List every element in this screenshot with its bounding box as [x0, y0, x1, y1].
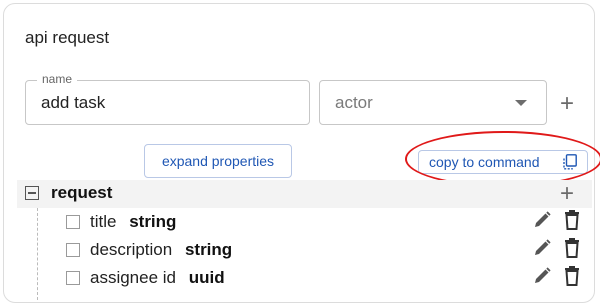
property-checkbox[interactable] [66, 243, 80, 257]
pencil-icon[interactable] [532, 266, 552, 286]
plus-icon[interactable]: + [560, 92, 574, 116]
minus-box-icon[interactable] [25, 186, 39, 200]
property-row: title string [66, 208, 591, 236]
actor-select[interactable]: actor [319, 80, 547, 125]
trash-icon[interactable] [563, 266, 581, 286]
trash-icon[interactable] [563, 210, 581, 230]
pencil-icon[interactable] [532, 210, 552, 230]
highlight-ellipse [405, 131, 600, 187]
property-checkbox[interactable] [66, 215, 80, 229]
name-field-label: name [37, 72, 78, 86]
property-row: assignee id uuid [66, 264, 591, 292]
pencil-icon[interactable] [532, 238, 552, 258]
card-title: api request [25, 28, 110, 47]
property-name-text: assignee id [90, 268, 177, 287]
property-name-text: description [90, 240, 173, 259]
property-type: string [184, 240, 233, 259]
chevron-down-icon[interactable] [515, 100, 527, 106]
api-request-card: api request name add task actor + expand… [3, 3, 600, 303]
property-name: title string [90, 212, 176, 232]
plus-icon[interactable]: + [560, 182, 574, 206]
property-name: assignee id uuid [90, 268, 225, 288]
property-type: string [129, 212, 177, 231]
expand-properties-button[interactable]: expand properties [144, 144, 292, 178]
request-label: request [51, 183, 113, 202]
property-name-text: title [90, 212, 117, 231]
tree-guide-line [37, 208, 38, 300]
property-type: uuid [188, 268, 225, 287]
actor-select-placeholder: actor [335, 93, 373, 112]
property-name: description string [90, 240, 232, 260]
property-row: description string [66, 236, 591, 264]
trash-icon[interactable] [563, 238, 581, 258]
name-field[interactable]: name add task [25, 72, 310, 125]
property-checkbox[interactable] [66, 271, 80, 285]
request-row: request [17, 180, 592, 208]
name-field-value[interactable]: add task [41, 93, 105, 113]
